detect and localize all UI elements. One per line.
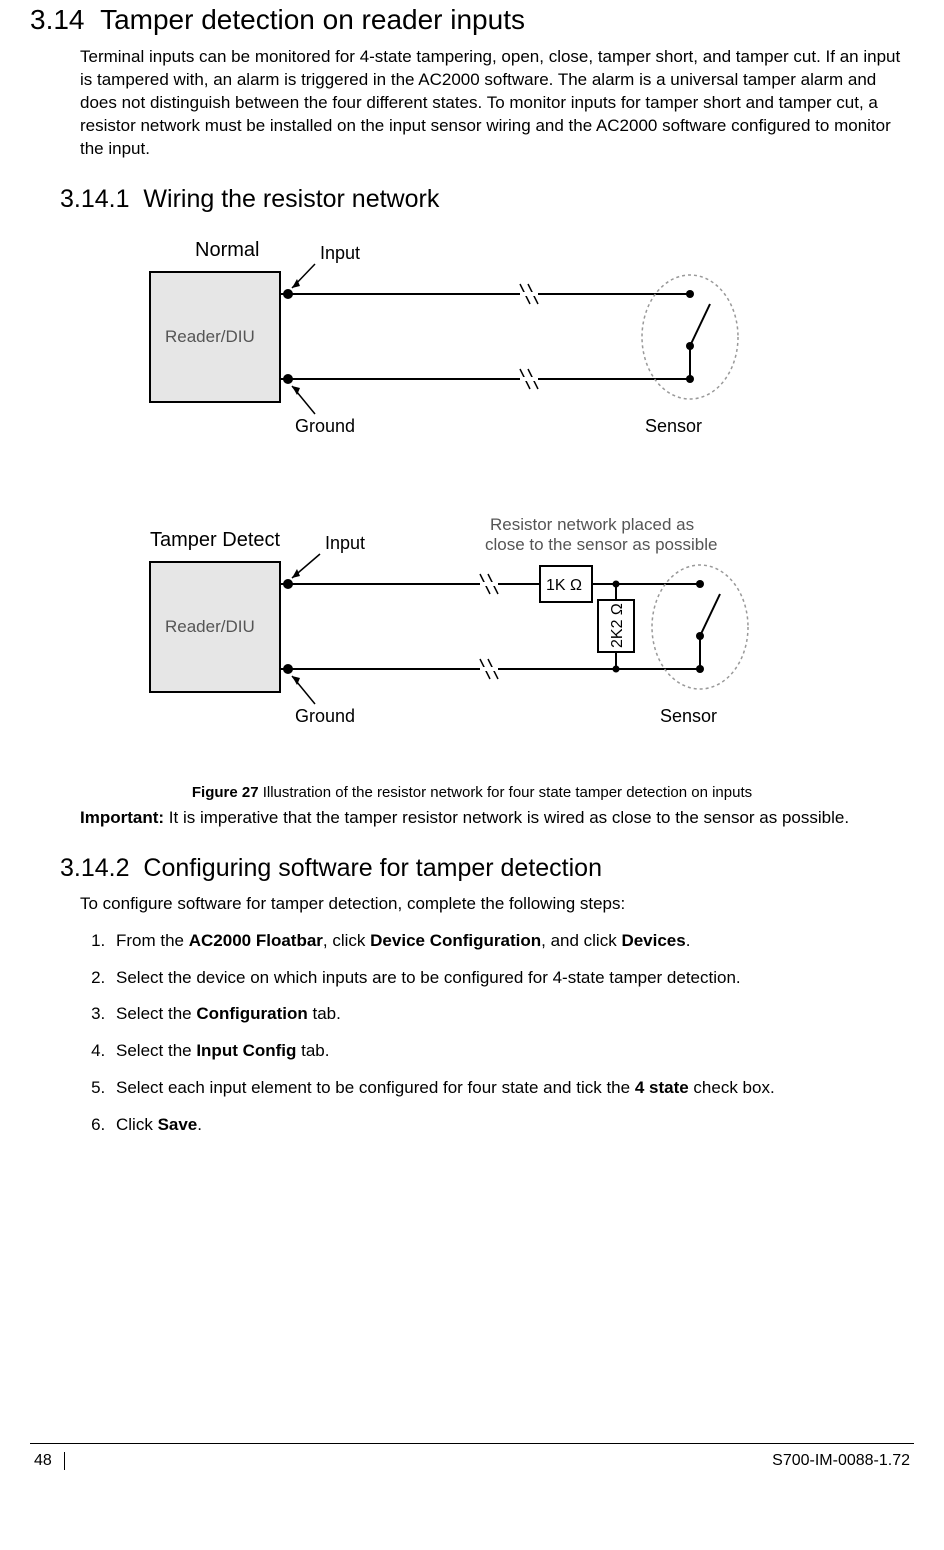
subsection-2-title: Configuring software for tamper detectio… [143,854,602,882]
diagram-tamper-title: Tamper Detect [150,529,280,551]
section-heading: 3.14 Tamper detection on reader inputs [30,4,914,36]
diagram-normal-title: Normal [195,239,259,261]
subsection-1-title: Wiring the resistor network [143,185,439,213]
important-label: Important: [80,808,164,827]
subsection-2-number: 3.14.2 [60,854,130,882]
wiring-diagram: Normal Reader/DIU [140,234,800,774]
diagram-tamper-ground: Ground [295,706,355,726]
section-intro: Terminal inputs can be monitored for 4-s… [80,46,914,161]
section-number: 3.14 [30,4,85,35]
diagram-tamper-box: Reader/DIU [165,617,255,636]
doc-id: S700-IM-0088-1.72 [772,1452,910,1470]
diagram-tamper-note-1: Resistor network placed as [490,515,694,534]
important-note: Important: It is imperative that the tam… [80,807,914,830]
diagram-svg: Normal Reader/DIU [140,234,780,774]
diagram-r1-label: 1K Ω [546,577,582,594]
subsection-1-heading: 3.14.1 Wiring the resistor network [60,185,914,214]
step-4: Select the Input Config tab. [110,1040,914,1063]
diagram-tamper-note-2: close to the sensor as possible [485,535,717,554]
step-1: From the AC2000 Floatbar, click Device C… [110,930,914,953]
steps-list: From the AC2000 Floatbar, click Device C… [80,930,914,1138]
page-footer: 48 S700-IM-0088-1.72 [30,1443,914,1470]
diagram-tamper-input: Input [325,533,365,553]
diagram-normal-sensor: Sensor [645,416,702,436]
diagram-normal-input: Input [320,243,360,263]
section-title: Tamper detection on reader inputs [100,4,525,35]
figure-label: Figure 27 [192,784,259,801]
step-2: Select the device on which inputs are to… [110,967,914,990]
diagram-normal-ground: Ground [295,416,355,436]
step-6: Click Save. [110,1114,914,1137]
figure-caption: Figure 27 Illustration of the resistor n… [30,784,914,801]
diagram-normal-box: Reader/DIU [165,327,255,346]
subsection-2-heading: 3.14.2 Configuring software for tamper d… [60,854,914,883]
subsection-2-intro: To configure software for tamper detecti… [80,893,914,916]
important-text: It is imperative that the tamper resisto… [169,808,849,827]
step-3: Select the Configuration tab. [110,1003,914,1026]
page-number: 48 [34,1452,65,1470]
subsection-1-number: 3.14.1 [60,185,130,213]
diagram-tamper-sensor: Sensor [660,706,717,726]
step-5: Select each input element to be configur… [110,1077,914,1100]
diagram-r2-label: 2K2 Ω [609,603,626,648]
